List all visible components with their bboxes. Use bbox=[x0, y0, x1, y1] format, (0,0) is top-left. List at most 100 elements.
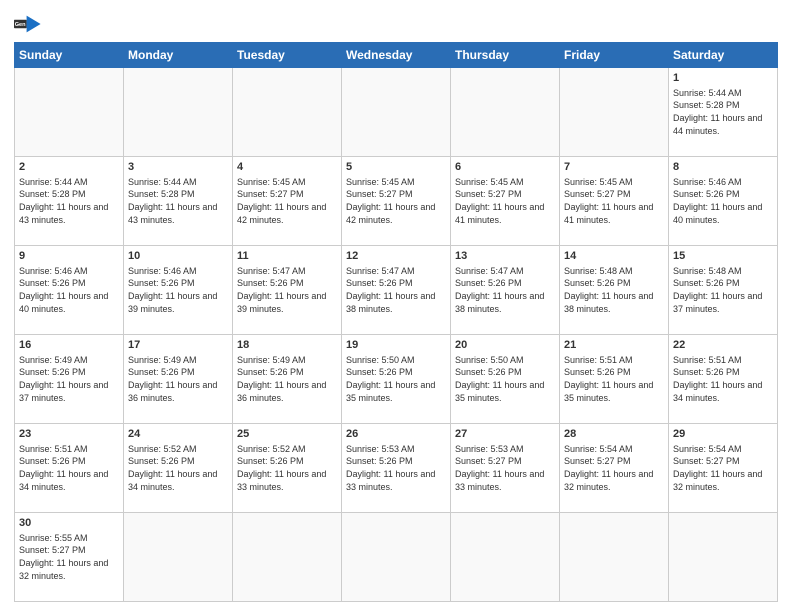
day-number: 15 bbox=[673, 249, 773, 264]
day-info: Sunrise: 5:50 AM Sunset: 5:26 PM Dayligh… bbox=[455, 354, 555, 404]
day-cell: 1Sunrise: 5:44 AM Sunset: 5:28 PM Daylig… bbox=[669, 68, 778, 157]
weekday-header-row: SundayMondayTuesdayWednesdayThursdayFrid… bbox=[15, 43, 778, 68]
day-info: Sunrise: 5:52 AM Sunset: 5:26 PM Dayligh… bbox=[128, 443, 228, 493]
day-cell: 3Sunrise: 5:44 AM Sunset: 5:28 PM Daylig… bbox=[124, 157, 233, 246]
day-info: Sunrise: 5:50 AM Sunset: 5:26 PM Dayligh… bbox=[346, 354, 446, 404]
day-number: 14 bbox=[564, 249, 664, 264]
day-number: 12 bbox=[346, 249, 446, 264]
day-cell: 23Sunrise: 5:51 AM Sunset: 5:26 PM Dayli… bbox=[15, 424, 124, 513]
day-number: 26 bbox=[346, 427, 446, 442]
weekday-header-tuesday: Tuesday bbox=[233, 43, 342, 68]
day-number: 20 bbox=[455, 338, 555, 353]
week-row-2: 2Sunrise: 5:44 AM Sunset: 5:28 PM Daylig… bbox=[15, 157, 778, 246]
day-cell: 25Sunrise: 5:52 AM Sunset: 5:26 PM Dayli… bbox=[233, 424, 342, 513]
day-cell: 14Sunrise: 5:48 AM Sunset: 5:26 PM Dayli… bbox=[560, 246, 669, 335]
weekday-header-sunday: Sunday bbox=[15, 43, 124, 68]
day-info: Sunrise: 5:45 AM Sunset: 5:27 PM Dayligh… bbox=[237, 176, 337, 226]
day-number: 9 bbox=[19, 249, 119, 264]
day-number: 25 bbox=[237, 427, 337, 442]
day-number: 5 bbox=[346, 160, 446, 175]
week-row-4: 16 Sunrise: 5:49 AM Sunset: 5:26 PM Dayli… bbox=[15, 335, 778, 424]
header-area: Gen bbox=[14, 10, 778, 38]
day-info: Sunrise: 5:47 AM Sunset: 5:26 PM Dayligh… bbox=[455, 265, 555, 315]
day-number: 13 bbox=[455, 249, 555, 264]
day-number: 3 bbox=[128, 160, 228, 175]
day-info: Sunrise: 5:47 AM Sunset: 5:26 PM Dayligh… bbox=[346, 265, 446, 315]
day-info: Sunrise: 5:46 AM Sunset: 5:26 PM Dayligh… bbox=[128, 265, 228, 315]
day-info: Sunrise: 5:45 AM Sunset: 5:27 PM Dayligh… bbox=[455, 176, 555, 226]
day-cell: 12Sunrise: 5:47 AM Sunset: 5:26 PM Dayli… bbox=[342, 246, 451, 335]
day-cell bbox=[669, 513, 778, 602]
day-number: 29 bbox=[673, 427, 773, 442]
day-number: 1 bbox=[673, 71, 773, 86]
day-info: Sunrise: 5:44 AM Sunset: 5:28 PM Dayligh… bbox=[673, 87, 773, 137]
day-cell bbox=[124, 68, 233, 157]
weekday-header-thursday: Thursday bbox=[451, 43, 560, 68]
day-cell: 15Sunrise: 5:48 AM Sunset: 5:26 PM Dayli… bbox=[669, 246, 778, 335]
logo: Gen bbox=[14, 10, 46, 38]
day-number: 22 bbox=[673, 338, 773, 353]
day-cell: 26Sunrise: 5:53 AM Sunset: 5:26 PM Dayli… bbox=[342, 424, 451, 513]
day-number: 27 bbox=[455, 427, 555, 442]
day-number: 4 bbox=[237, 160, 337, 175]
day-cell bbox=[560, 513, 669, 602]
day-info: Sunrise: 5:54 AM Sunset: 5:27 PM Dayligh… bbox=[673, 443, 773, 493]
day-info: Sunrise: 5:54 AM Sunset: 5:27 PM Dayligh… bbox=[564, 443, 664, 493]
day-number: 10 bbox=[128, 249, 228, 264]
day-cell: 11Sunrise: 5:47 AM Sunset: 5:26 PM Dayli… bbox=[233, 246, 342, 335]
day-cell: 19Sunrise: 5:50 AM Sunset: 5:26 PM Dayli… bbox=[342, 335, 451, 424]
day-number: 24 bbox=[128, 427, 228, 442]
day-cell bbox=[342, 513, 451, 602]
day-info: Sunrise: 5:51 AM Sunset: 5:26 PM Dayligh… bbox=[19, 443, 119, 493]
day-info: Sunrise: 5:45 AM Sunset: 5:27 PM Dayligh… bbox=[346, 176, 446, 226]
day-number: 11 bbox=[237, 249, 337, 264]
day-cell bbox=[560, 68, 669, 157]
day-cell bbox=[451, 513, 560, 602]
day-cell: 7Sunrise: 5:45 AM Sunset: 5:27 PM Daylig… bbox=[560, 157, 669, 246]
day-cell: 13Sunrise: 5:47 AM Sunset: 5:26 PM Dayli… bbox=[451, 246, 560, 335]
day-number: 18 bbox=[237, 338, 337, 353]
day-number: 7 bbox=[564, 160, 664, 175]
day-number: 19 bbox=[346, 338, 446, 353]
day-cell: 30Sunrise: 5:55 AM Sunset: 5:27 PM Dayli… bbox=[15, 513, 124, 602]
page: Gen SundayMondayTuesdayWednesdayThursday… bbox=[0, 0, 792, 612]
day-cell: 9Sunrise: 5:46 AM Sunset: 5:26 PM Daylig… bbox=[15, 246, 124, 335]
day-cell: 2Sunrise: 5:44 AM Sunset: 5:28 PM Daylig… bbox=[15, 157, 124, 246]
day-cell: 22Sunrise: 5:51 AM Sunset: 5:26 PM Dayli… bbox=[669, 335, 778, 424]
day-cell: 17Sunrise: 5:49 AM Sunset: 5:26 PM Dayli… bbox=[124, 335, 233, 424]
day-number: 16 bbox=[19, 338, 119, 353]
generalblue-logo-icon: Gen bbox=[14, 10, 42, 38]
day-info: Sunrise: 5:46 AM Sunset: 5:26 PM Dayligh… bbox=[673, 176, 773, 226]
day-cell bbox=[233, 68, 342, 157]
day-info: Sunrise: 5:48 AM Sunset: 5:26 PM Dayligh… bbox=[564, 265, 664, 315]
day-info: Sunrise: 5:51 AM Sunset: 5:26 PM Dayligh… bbox=[673, 354, 773, 404]
week-row-5: 23Sunrise: 5:51 AM Sunset: 5:26 PM Dayli… bbox=[15, 424, 778, 513]
weekday-header-friday: Friday bbox=[560, 43, 669, 68]
day-info: Sunrise: 5:44 AM Sunset: 5:28 PM Dayligh… bbox=[19, 176, 119, 226]
day-cell: 28Sunrise: 5:54 AM Sunset: 5:27 PM Dayli… bbox=[560, 424, 669, 513]
day-number: 6 bbox=[455, 160, 555, 175]
day-info: Sunrise: 5:53 AM Sunset: 5:26 PM Dayligh… bbox=[346, 443, 446, 493]
day-cell bbox=[124, 513, 233, 602]
day-number: 30 bbox=[19, 516, 119, 531]
weekday-header-wednesday: Wednesday bbox=[342, 43, 451, 68]
day-info: Sunrise: 5:46 AM Sunset: 5:26 PM Dayligh… bbox=[19, 265, 119, 315]
day-info: Sunrise: 5:48 AM Sunset: 5:26 PM Dayligh… bbox=[673, 265, 773, 315]
day-cell: 20Sunrise: 5:50 AM Sunset: 5:26 PM Dayli… bbox=[451, 335, 560, 424]
day-number: 21 bbox=[564, 338, 664, 353]
day-info: Sunrise: 5:44 AM Sunset: 5:28 PM Dayligh… bbox=[128, 176, 228, 226]
day-info: Sunrise: 5:52 AM Sunset: 5:26 PM Dayligh… bbox=[237, 443, 337, 493]
day-cell: 5Sunrise: 5:45 AM Sunset: 5:27 PM Daylig… bbox=[342, 157, 451, 246]
day-number: 8 bbox=[673, 160, 773, 175]
day-number: 28 bbox=[564, 427, 664, 442]
day-info: Sunrise: 5:47 AM Sunset: 5:26 PM Dayligh… bbox=[237, 265, 337, 315]
week-row-1: 1Sunrise: 5:44 AM Sunset: 5:28 PM Daylig… bbox=[15, 68, 778, 157]
day-cell: 29Sunrise: 5:54 AM Sunset: 5:27 PM Dayli… bbox=[669, 424, 778, 513]
weekday-header-saturday: Saturday bbox=[669, 43, 778, 68]
day-cell: 18Sunrise: 5:49 AM Sunset: 5:26 PM Dayli… bbox=[233, 335, 342, 424]
day-info: Sunrise: 5:49 AM Sunset: 5:26 PM Dayligh… bbox=[237, 354, 337, 404]
day-number: 17 bbox=[128, 338, 228, 353]
day-cell bbox=[15, 68, 124, 157]
day-info: Sunrise: 5:51 AM Sunset: 5:26 PM Dayligh… bbox=[564, 354, 664, 404]
day-cell: 27Sunrise: 5:53 AM Sunset: 5:27 PM Dayli… bbox=[451, 424, 560, 513]
